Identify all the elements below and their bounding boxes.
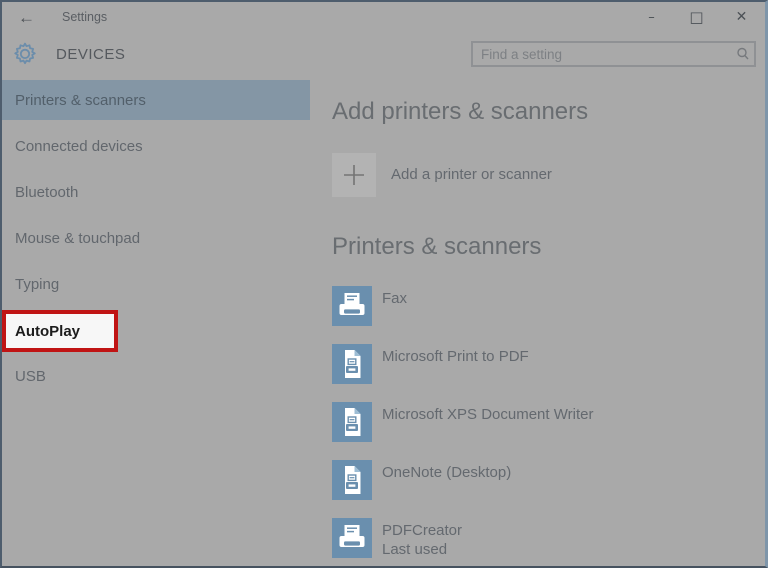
main-content: Add printers & scanners Add a printer or… <box>310 76 765 566</box>
printer-row-ms-print-to-pdf[interactable]: Microsoft Print to PDF <box>332 344 529 385</box>
add-printer-button[interactable]: Add a printer or scanner <box>332 152 552 197</box>
search-input[interactable] <box>473 43 732 65</box>
sidebar-item-usb[interactable]: USB <box>2 356 310 396</box>
page-title: DEVICES <box>56 45 126 63</box>
printer-name: Fax <box>382 290 408 308</box>
document-icon <box>332 460 372 501</box>
sidebar-item-connected-devices[interactable]: Connected devices <box>2 126 310 166</box>
search-icon[interactable] <box>732 43 754 65</box>
printers-section-title: Printers & scanners <box>332 232 542 260</box>
minimize-icon[interactable]: – <box>629 2 674 32</box>
printer-name: Microsoft XPS Document Writer <box>382 406 594 424</box>
title-bar: ← Settings – □ ✕ <box>2 2 765 32</box>
sidebar-item-mouse-touchpad[interactable]: Mouse & touchpad <box>2 218 310 258</box>
sidebar-item-bluetooth[interactable]: Bluetooth <box>2 172 310 212</box>
printer-icon <box>332 286 372 327</box>
printer-row-pdfcreator[interactable]: PDFCreator Last used <box>332 518 462 559</box>
sidebar-item-typing[interactable]: Typing <box>2 264 310 304</box>
window-controls: – □ ✕ <box>629 2 764 32</box>
add-printer-label: Add a printer or scanner <box>391 166 552 184</box>
printer-row-onenote[interactable]: OneNote (Desktop) <box>332 460 512 501</box>
add-section-title: Add printers & scanners <box>332 98 589 125</box>
printer-name: Microsoft Print to PDF <box>382 348 529 366</box>
printer-status: Last used <box>382 541 448 559</box>
window-body: Printers & scanners Connected devices Bl… <box>2 76 765 566</box>
plus-icon <box>332 152 376 197</box>
sidebar-item-printers-scanners[interactable]: Printers & scanners <box>2 80 310 120</box>
sidebar-item-autoplay[interactable]: AutoPlay <box>2 310 118 352</box>
window-title: Settings <box>62 10 108 24</box>
search-box <box>471 41 756 67</box>
gear-icon <box>11 40 39 68</box>
close-icon[interactable]: ✕ <box>719 2 764 32</box>
sidebar: Printers & scanners Connected devices Bl… <box>2 76 310 566</box>
settings-window: ← Settings – □ ✕ DEVICES Find a setting … <box>0 0 768 568</box>
printer-list: Fax Microsoft Print to PDF Microsoft XPS… <box>332 286 765 559</box>
page-header: DEVICES <box>2 32 765 76</box>
maximize-icon[interactable]: □ <box>674 2 719 32</box>
back-arrow-icon[interactable]: ← <box>18 9 35 26</box>
printer-icon <box>332 518 372 559</box>
printer-row-xps-writer[interactable]: Microsoft XPS Document Writer <box>332 402 594 443</box>
document-icon <box>332 344 372 385</box>
printer-name: PDFCreator <box>382 522 463 540</box>
document-icon <box>332 402 372 443</box>
printer-name: OneNote (Desktop) <box>382 464 512 482</box>
printer-row-fax[interactable]: Fax <box>332 286 408 327</box>
